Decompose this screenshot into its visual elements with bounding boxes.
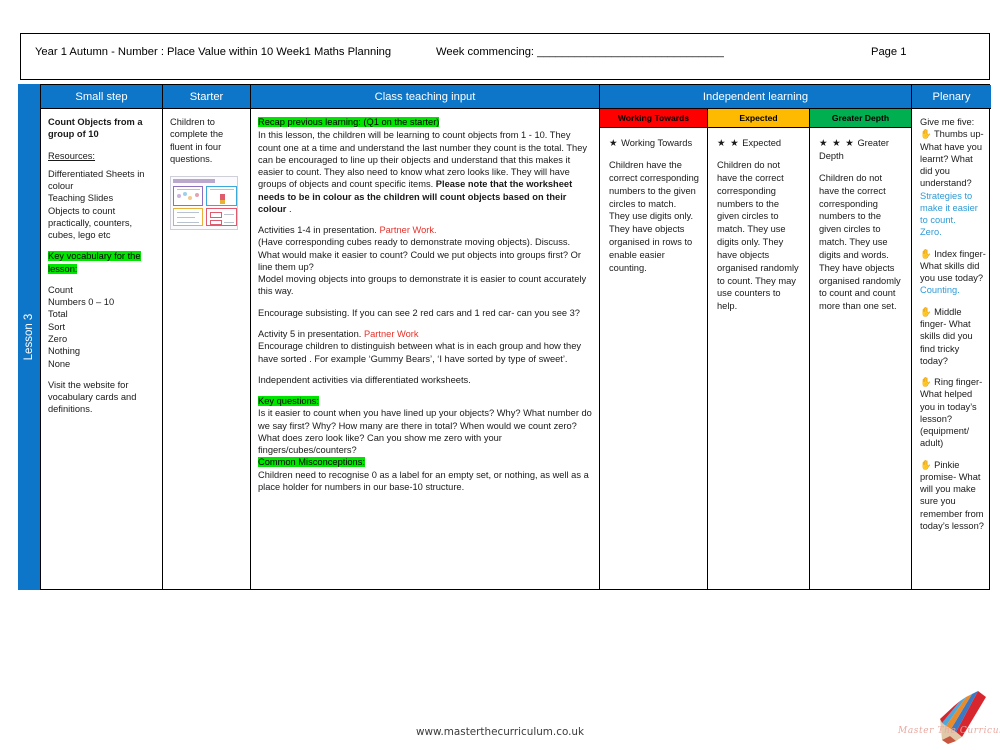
star-icon-group-2: ★ ★ (717, 138, 740, 149)
plenary-intro: Give me five: (920, 117, 975, 127)
master-the-curriculum-pencil-logo (940, 691, 986, 744)
hand-icon-2: ✋ (920, 248, 932, 259)
badge-greater-depth: Greater Depth (810, 109, 912, 128)
plenary-answer-1: Strategies to make it easier to count. Z… (920, 190, 978, 238)
thumbnail-question-2 (206, 185, 237, 206)
cell-class-teaching-input: Recap previous learning: (Q1 on the star… (251, 109, 600, 589)
thumbnail-question-4 (206, 207, 237, 226)
activities-1-4-label: Activities 1-4 in presentation. (258, 225, 380, 236)
resources-label: Resources: (48, 150, 96, 161)
subsisting-note: Encourage subsisting. If you can see 2 r… (258, 307, 580, 318)
activity-5-label: Activity 5 in presentation. (258, 328, 364, 339)
plenary-item-1: ✋ Thumbs up- What have you learnt? What … (920, 128, 986, 189)
starter-text: Children to complete the fluent in four … (170, 117, 224, 165)
fluent-in-four-slide-thumbnail[interactable] (170, 175, 238, 230)
hand-icon-5: ✋ (920, 459, 932, 470)
lesson-tab: Lesson 3 (18, 84, 40, 590)
recap-heading: Recap previous learning: (Q1 on the star… (258, 117, 440, 127)
recap-body: In this lesson, the children will be lea… (258, 129, 592, 215)
page-title: Year 1 Autumn - Number : Place Value wit… (35, 46, 392, 58)
misconceptions-body: Children need to recognise 0 as a label … (258, 469, 589, 492)
greater-depth-body: Children do not have the correct corresp… (819, 172, 901, 312)
badge-working-towards: Working Towards (600, 109, 708, 128)
logo-wordmark: Master The Curriculum (898, 726, 1000, 736)
cell-working-towards: ★ Working Towards Children have the corr… (600, 128, 708, 589)
working-towards-star-label: Working Towards (621, 138, 693, 148)
cell-greater-depth: ★ ★ ★ Greater Depth Children do not have… (810, 128, 912, 589)
column-header-plenary: Plenary (912, 85, 991, 109)
plenary-item-2: ✋ Index finger- What skills did you use … (920, 248, 986, 285)
cell-small-step: Count Objects from a group of 10 Resourc… (41, 109, 163, 589)
page-number: Page 1 (871, 46, 907, 58)
hand-icon-3: ✋ (920, 306, 932, 317)
working-towards-body: Children have the correct corresponding … (609, 160, 699, 273)
column-header-small-step: Small step (41, 85, 163, 109)
thumbnail-title-bar (173, 178, 215, 183)
plenary-item-5-text: Pinkie promise- What will you make sure … (920, 459, 984, 531)
independent-activities-note: Independent activities via differentiate… (258, 374, 471, 385)
activities-1-4-line: Activities 1-4 in presentation. Partner … (258, 224, 592, 236)
plenary-item-4: ✋ Ring finger- What helped you in today’… (920, 376, 986, 450)
working-towards-star-row: ★ Working Towards (609, 137, 699, 150)
planning-table: Lesson 3 Small step Starter Class teachi… (18, 84, 991, 590)
cell-expected: ★ ★ Expected Children do not have the co… (708, 128, 810, 589)
star-icon-group-3: ★ ★ ★ (819, 138, 855, 149)
expected-body: Children do not have the correct corresp… (717, 160, 799, 312)
column-header-independent-learning: Independent learning (600, 85, 912, 109)
vocab-words: Count Numbers 0 – 10 Total Sort Zero Not… (48, 284, 115, 369)
lesson-tab-label: Lesson 3 (23, 313, 35, 361)
small-step-heading: Count Objects from a group of 10 (48, 117, 143, 140)
column-header-class-teaching-input: Class teaching input (251, 85, 600, 109)
expected-star-row: ★ ★ Expected (717, 137, 801, 150)
activities-1-4-body: (Have corresponding cubes ready to demon… (258, 237, 587, 297)
column-header-starter: Starter (163, 85, 251, 109)
plenary-item-4-text: Ring finger- What helped you in today’s … (920, 377, 983, 449)
key-questions-heading: Key questions: (258, 396, 319, 407)
planning-grid: Small step Starter Class teaching input … (40, 84, 991, 590)
website-note: Visit the website for vocabulary cards a… (48, 379, 137, 415)
star-icon-group-1: ★ (609, 138, 619, 149)
vocab-heading: Key vocabulary for the lesson: (48, 251, 141, 274)
thumbnail-question-3 (173, 207, 203, 226)
activity-5-body: Encourage children to distinguish betwee… (258, 341, 582, 364)
partner-work-label-1: Partner Work. (379, 225, 437, 236)
misconceptions-heading: Common Misconceptions: (258, 457, 365, 468)
key-questions-body: Is it easier to count when you have line… (258, 408, 592, 456)
plenary-answer-2: Counting. (920, 285, 960, 296)
week-commencing-field[interactable]: Week commencing: _______________________… (436, 46, 724, 58)
badge-expected: Expected (708, 109, 810, 128)
page-header: Year 1 Autumn - Number : Place Value wit… (20, 33, 990, 80)
footer-website-url[interactable]: www.masterthecurriculum.co.uk (0, 726, 1000, 738)
greater-depth-star-row: ★ ★ ★ Greater Depth (819, 137, 903, 163)
hand-icon-4: ✋ (920, 377, 932, 388)
resources-list: Differentiated Sheets in colour Teaching… (48, 168, 145, 241)
activity-5-line: Activity 5 in presentation. Partner Work (258, 328, 592, 340)
hand-icon-1: ✋ (920, 129, 932, 140)
lesson-plan-page: Year 1 Autumn - Number : Place Value wit… (0, 0, 1000, 750)
cell-starter: Children to complete the fluent in four … (163, 109, 251, 589)
plenary-item-5: ✋ Pinkie promise- What will you make sur… (920, 459, 986, 533)
thumbnail-question-1 (173, 185, 203, 206)
expected-star-label: Expected (742, 138, 782, 148)
plenary-item-3: ✋ Middle finger- What skills did you fin… (920, 306, 986, 367)
partner-work-label-2: Partner Work (363, 328, 419, 339)
cell-plenary: Give me five: ✋ Thumbs up- What have you… (912, 109, 991, 589)
recap-body-end: . (286, 203, 292, 214)
